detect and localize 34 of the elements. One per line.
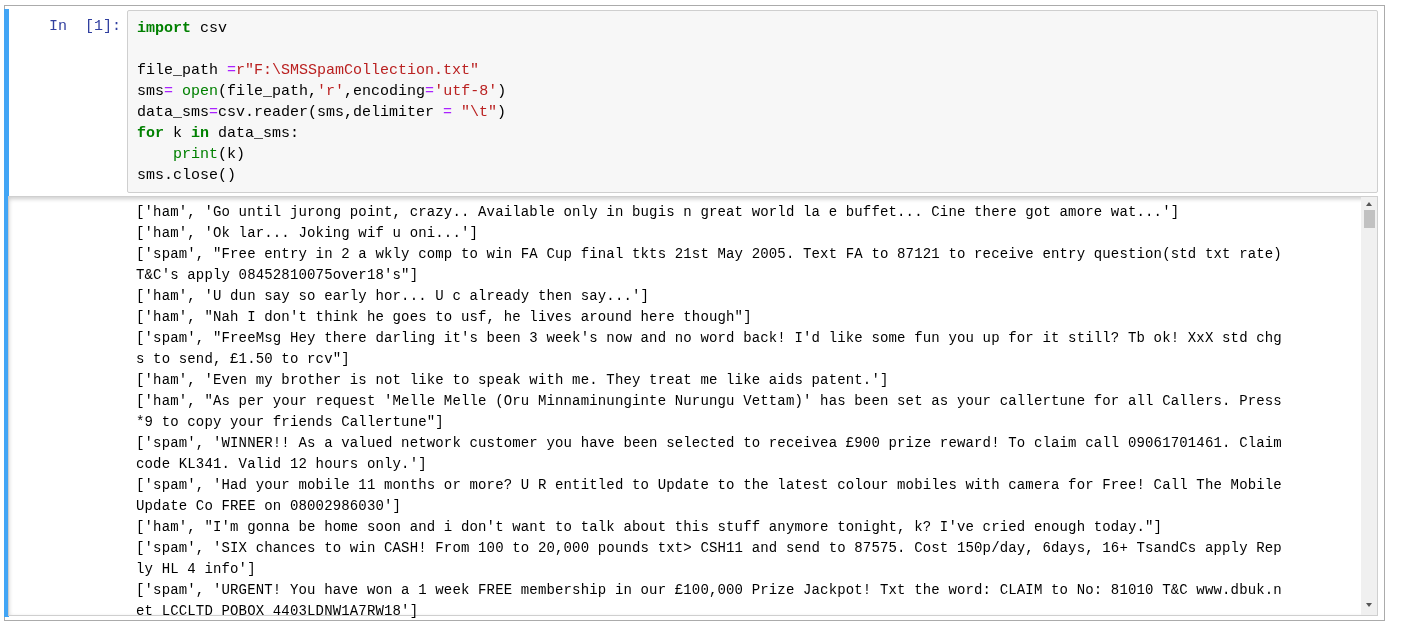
output-line: ['spam', 'SIX chances to win CASH! From 100 to 20,000 pounds txt> CSH11 and send to 87575. Cost 150p/day, 6days, 16+ TsandCs apply Rep bbox=[136, 539, 1283, 558]
code-editor[interactable]: import csv file_path =r"F:\SMSSpamCollection.txt" sms= open(file_path,'r',encoding='utf-8') data_sms=csv.reader(sms,delimiter = "\t") for k in data_sms: print(k) sms.close() bbox=[127, 10, 1378, 193]
output-line: ['ham', "Nah I don't think he goes to usf, he lives around here though"] bbox=[136, 308, 753, 327]
output-line: s to send, £1.50 to rcv"] bbox=[136, 350, 351, 369]
code-line: for k in data_sms: bbox=[137, 124, 301, 144]
output-line: ['spam', 'URGENT! You have won a 1 week FREE membership in our £100,000 Prize Jackpot! Txt the word: CLAIM to No: 81010 T&C www.dbuk.n bbox=[136, 581, 1283, 600]
output-line: ['ham', 'Go until jurong point, crazy.. Available only in bugis n great world la e buffet... Cine there got amore wat...'] bbox=[136, 203, 1181, 222]
scrollbar[interactable] bbox=[1361, 197, 1377, 615]
output-line: ly HL 4 info'] bbox=[136, 560, 257, 579]
output-line: *9 to copy your friends Callertune"] bbox=[136, 413, 445, 432]
output-line: ['ham', "I'm gonna be home soon and i don't want to talk about this stuff anymore tonight, k? I've cried enough today."] bbox=[136, 518, 1164, 537]
code-line: print(k) bbox=[172, 145, 247, 165]
output-line: ['ham', 'Even my brother is not like to speak with me. They treat me like aids patent.'] bbox=[136, 371, 890, 390]
code-line: sms.close() bbox=[137, 166, 238, 186]
scroll-up-icon[interactable] bbox=[1365, 200, 1373, 208]
output-line: ['ham', "As per your request 'Melle Melle (Oru Minnaminunginte Nurungu Vettam)' has been set as your callertune for all Callers. Press bbox=[136, 392, 1283, 411]
code-line: data_sms=csv.reader(sms,delimiter = "\t") bbox=[137, 103, 508, 123]
code-line: import csv bbox=[137, 19, 229, 39]
code-line: sms= open(file_path,'r',encoding='utf-8') bbox=[137, 82, 508, 102]
output-line: code KL341. Valid 12 hours only.'] bbox=[136, 455, 428, 474]
scroll-down-icon[interactable] bbox=[1365, 601, 1373, 609]
output-line: ['spam', "FreeMsg Hey there darling it's been 3 week's now and no word back! I'd like some fun you up for it still? Tb ok! XxX std chg bbox=[136, 329, 1283, 348]
notebook-cell[interactable] bbox=[4, 5, 1385, 621]
output-line: Update Co FREE on 08002986030'] bbox=[136, 497, 403, 516]
output-line: T&C's apply 08452810075over18's"] bbox=[136, 266, 420, 285]
output-line: ['spam', "Free entry in 2 a wkly comp to win FA Cup final tkts 21st May 2005. Text FA to 87121 to receive entry question(std txt rate) bbox=[136, 245, 1283, 264]
output-line: ['ham', 'Ok lar... Joking wif u oni...'] bbox=[136, 224, 480, 243]
output-line: ['spam', 'WINNER!! As a valued network customer you have been selected to receivea £900 prize reward! To claim call 09061701461. Claim bbox=[136, 434, 1283, 453]
scrollbar-thumb[interactable] bbox=[1363, 210, 1375, 228]
output-line: ['ham', 'U dun say so early hor... U c already then say...'] bbox=[136, 287, 651, 306]
output-line: et LCCLTD POBOX 4403LDNW1A7RW18'] bbox=[136, 602, 420, 621]
code-line: file_path =r"F:\SMSSpamCollection.txt" bbox=[137, 61, 481, 81]
output-line: ['spam', 'Had your mobile 11 months or more? U R entitled to Update to the latest colour mobiles with camera for Free! Call The Mobile bbox=[136, 476, 1283, 495]
input-prompt: In [1]: bbox=[48, 17, 122, 37]
